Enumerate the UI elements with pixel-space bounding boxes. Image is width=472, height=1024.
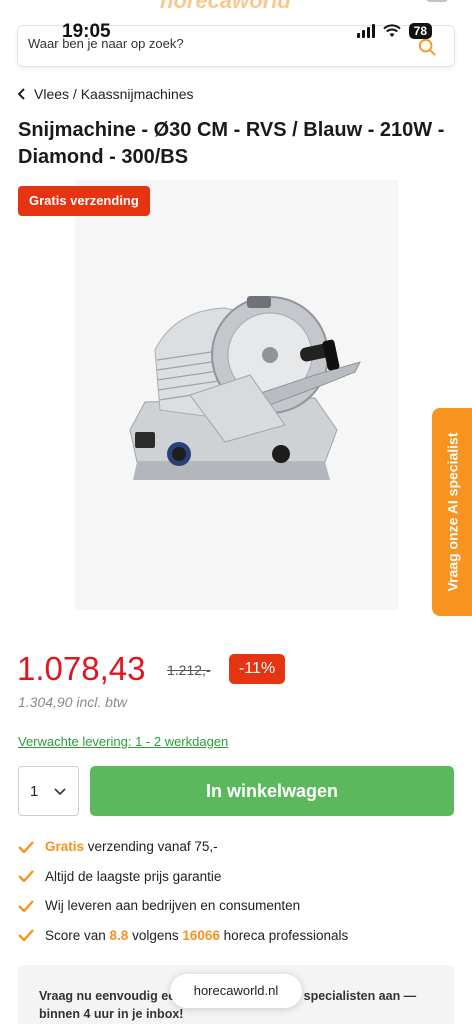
quantity-select[interactable]: 1 [18, 766, 79, 816]
free-shipping-badge: Gratis verzending [18, 186, 150, 216]
product-image[interactable] [75, 180, 398, 610]
price-incl-vat: 1.304,90 incl. btw [18, 694, 127, 710]
breadcrumb[interactable]: Vlees / Kaassnijmachines [17, 86, 194, 102]
status-icons: 78 [356, 23, 432, 39]
usp-text: verzending vanaf 75,- [84, 839, 218, 855]
usp-item: Gratis verzending vanaf 75,- [18, 832, 458, 862]
usp-item: Score van 8.8 volgens 16066 horeca profe… [18, 921, 458, 951]
usp-item: Altijd de laagste prijs garantie [18, 862, 458, 892]
discount-badge: -11% [229, 654, 286, 684]
slicer-illustration [129, 296, 361, 480]
wifi-icon [382, 24, 401, 37]
check-icon [18, 840, 34, 853]
ai-specialist-label: Vraag onze AI specialist [444, 432, 460, 592]
battery-indicator: 78 [408, 23, 432, 39]
status-time: 19:05 [62, 21, 111, 42]
browser-url-pill[interactable]: horecaworld.nl [170, 974, 302, 1008]
check-icon [18, 929, 34, 942]
check-icon [18, 899, 34, 912]
old-price: 1.212,- [167, 662, 211, 678]
usp-score-value: 8.8 [109, 927, 129, 943]
add-to-cart-button[interactable]: In winkelwagen [90, 766, 454, 816]
check-icon [18, 870, 34, 883]
usp-text: Wij leveren aan bedrijven en consumenten [45, 898, 301, 914]
delivery-link[interactable]: Verwachte levering: 1 - 2 werkdagen [18, 734, 228, 749]
signal-icon [356, 24, 375, 38]
status-bar: 19:05 78 [0, 0, 472, 44]
usp-list: Gratis verzending vanaf 75,- Altijd de l… [18, 832, 458, 950]
usp-score-suffix: horeca professionals [219, 927, 349, 943]
quantity-value: 1 [30, 783, 39, 800]
usp-text: Altijd de laagste prijs garantie [45, 868, 222, 884]
usp-item: Wij leveren aan bedrijven en consumenten [18, 891, 458, 921]
breadcrumb-link[interactable]: Vlees / Kaassnijmachines [34, 86, 194, 102]
usp-score-prefix: Score van [45, 927, 110, 943]
ai-specialist-tab[interactable]: Vraag onze AI specialist [432, 408, 472, 616]
usp-score-middle: volgens [128, 927, 183, 943]
product-price: 1.078,43 [17, 650, 146, 687]
usp-review-count: 16066 [182, 927, 220, 943]
product-title: Snijmachine - Ø30 CM - RVS / Blauw - 210… [18, 119, 445, 168]
chevron-left-icon[interactable] [17, 88, 26, 100]
chevron-down-icon [54, 788, 66, 796]
usp-highlight: Gratis [45, 839, 85, 855]
